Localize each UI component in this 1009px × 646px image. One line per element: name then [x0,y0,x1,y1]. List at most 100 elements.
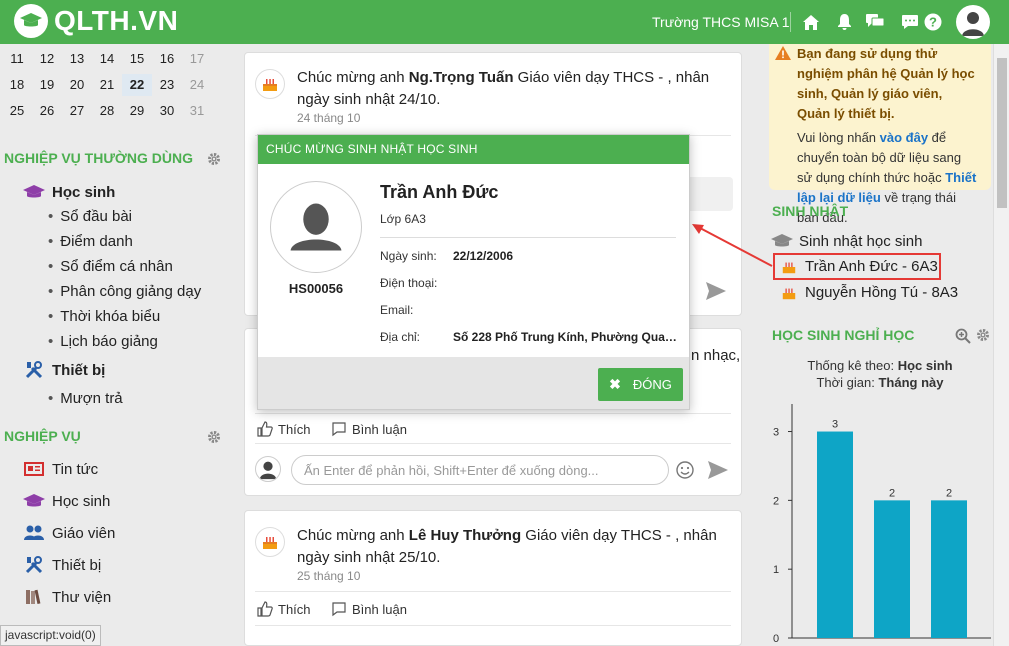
submenu-item[interactable]: Sổ đầu bài [48,208,132,225]
submenu-item[interactable]: Mượn trả [48,390,122,407]
calendar-day[interactable]: 20 [62,74,92,96]
reply-input[interactable]: Ấn Enter để phản hồi, Shift+Enter để xuố… [291,455,669,485]
message-icon[interactable] [899,11,921,33]
submenu-item[interactable]: Lịch báo giảng [48,333,158,350]
zoom-in-icon[interactable] [955,328,971,344]
emoji-icon[interactable] [675,460,695,480]
bar-value-label: 3 [832,419,838,431]
comment-icon [332,602,346,617]
calendar-day[interactable]: 16 [152,48,182,70]
absent-title: HỌC SINH NGHỈ HỌC [772,327,915,343]
divider [255,625,731,626]
calendar-day[interactable]: 29 [122,100,152,122]
birthday-cake-icon [255,69,285,99]
submenu-item[interactable]: Điểm danh [48,233,133,250]
gear-icon[interactable] [207,430,221,444]
calendar-day[interactable]: 19 [32,74,62,96]
calendar-day[interactable]: 13 [62,48,92,70]
menu-hocsinh-2[interactable]: Học sinh [22,491,110,511]
close-button[interactable]: ✖ ĐÓNG [598,368,683,401]
gear-icon[interactable] [207,152,221,166]
page-scrollbar[interactable] [993,44,1009,646]
menu-hocsinh[interactable]: Học sinh [22,182,115,202]
calendar-day[interactable]: 30 [152,100,182,122]
chart-bar [817,431,853,638]
bar-value-label: 2 [889,487,895,499]
help-icon[interactable]: ? [922,11,944,33]
calendar-day[interactable]: 12 [32,48,62,70]
menu-thuvien[interactable]: Thư viện [22,587,111,607]
send-icon[interactable] [707,460,729,480]
books-icon [22,587,46,607]
calendar-day[interactable]: 25 [2,100,32,122]
calendar-day[interactable]: 24 [182,74,212,96]
warning-icon [775,46,791,60]
menu-giaovien-label: Giáo viên [52,524,116,542]
calendar-day[interactable]: 11 [2,48,32,70]
app-logo[interactable]: QLTH.VN [14,4,178,38]
calendar-day[interactable]: 17 [182,48,212,70]
birthday-modal: CHÚC MỪNG SINH NHẬT HỌC SINH HS00056 Trầ… [257,134,690,410]
gear-icon[interactable] [976,328,990,342]
user-avatar[interactable] [956,5,990,39]
menu-thietbi[interactable]: Thiết bị [22,360,105,380]
post-3-name[interactable]: Lê Huy Thưởng [409,527,521,544]
scroll-thumb[interactable] [997,58,1007,208]
submenu-item[interactable]: Phân công giảng dạy [48,283,201,300]
home-icon[interactable] [800,11,822,33]
birthday-group[interactable]: Sinh nhật học sinh [769,232,922,250]
like-label: Thích [278,601,311,617]
header-divider [790,12,791,32]
calendar-day[interactable]: 28 [92,100,122,122]
bell-icon[interactable] [833,11,855,33]
close-button-label: ĐÓNG [632,377,672,392]
calendar-day[interactable]: 21 [92,74,122,96]
calendar-day[interactable]: 31 [182,100,212,122]
calendar-day[interactable]: 18 [2,74,32,96]
calendar-day[interactable]: 14 [92,48,122,70]
field-label: Điện thoại: [380,276,438,290]
submenu-item[interactable]: Sổ điểm cá nhân [48,258,173,275]
calendar-day[interactable]: 15 [122,48,152,70]
like-button[interactable]: Thích [257,601,311,617]
menu-thietbi-2-label: Thiết bị [52,556,102,574]
field-label: Địa chỉ: [380,330,421,344]
comment-label: Bình luận [352,421,407,437]
send-icon[interactable] [705,281,727,301]
close-icon: ✖ [609,376,621,392]
feed-post-3: Chúc mừng anh Lê Huy Thưởng Giáo viên dạ… [244,510,742,646]
chart-bar [874,500,910,638]
post-3-text: Chúc mừng anh Lê Huy Thưởng Giáo viên dạ… [297,525,737,569]
calendar-day-today[interactable]: 22 [122,74,152,96]
menu-hocsinh-2-label: Học sinh [52,492,111,510]
logo-text: QLTH.VN [54,5,179,36]
comment-button[interactable]: Bình luận [331,601,407,617]
submenu-item[interactable]: Thời khóa biểu [48,308,160,325]
comment-button[interactable]: Bình luận [331,421,407,437]
tools-icon [22,555,46,575]
reply-avatar [255,456,281,482]
chat-bubbles-icon[interactable] [864,11,886,33]
school-name[interactable]: Trường THCS MISA 1 [652,14,790,30]
menu-thietbi-2[interactable]: Thiết bị [22,555,101,575]
post-2-text: n nhạc, [691,347,741,364]
calendar-day[interactable]: 23 [152,74,182,96]
menu-giaovien[interactable]: Giáo viên [22,523,115,543]
post-1-name[interactable]: Ng.Trọng Tuấn [409,69,514,86]
calendar-day[interactable]: 26 [32,100,62,122]
graduation-cap-icon [22,491,46,511]
like-button[interactable]: Thích [257,421,311,437]
y-tick-label: 1 [773,564,779,576]
tools-icon [22,360,46,380]
birthday-cake-icon [255,527,285,557]
field-value: Số 228 Phố Trung Kính, Phường Quan Hoa [453,330,679,344]
divider [255,591,731,592]
calendar-day[interactable]: 27 [62,100,92,122]
menu-tintuc[interactable]: Tin tức [22,459,98,479]
y-tick-label: 0 [773,633,779,645]
menu-thuvien-label: Thư viện [52,588,112,606]
trial-notice: Bạn đang sử dụng thử nghiệm phân hệ Quản… [769,44,991,225]
comment-label: Bình luận [352,601,407,617]
birthday-student-2[interactable]: Nguyễn Hồng Tú - 8A3 [781,284,958,301]
notice-link-vao-day[interactable]: vào đây [880,130,928,145]
